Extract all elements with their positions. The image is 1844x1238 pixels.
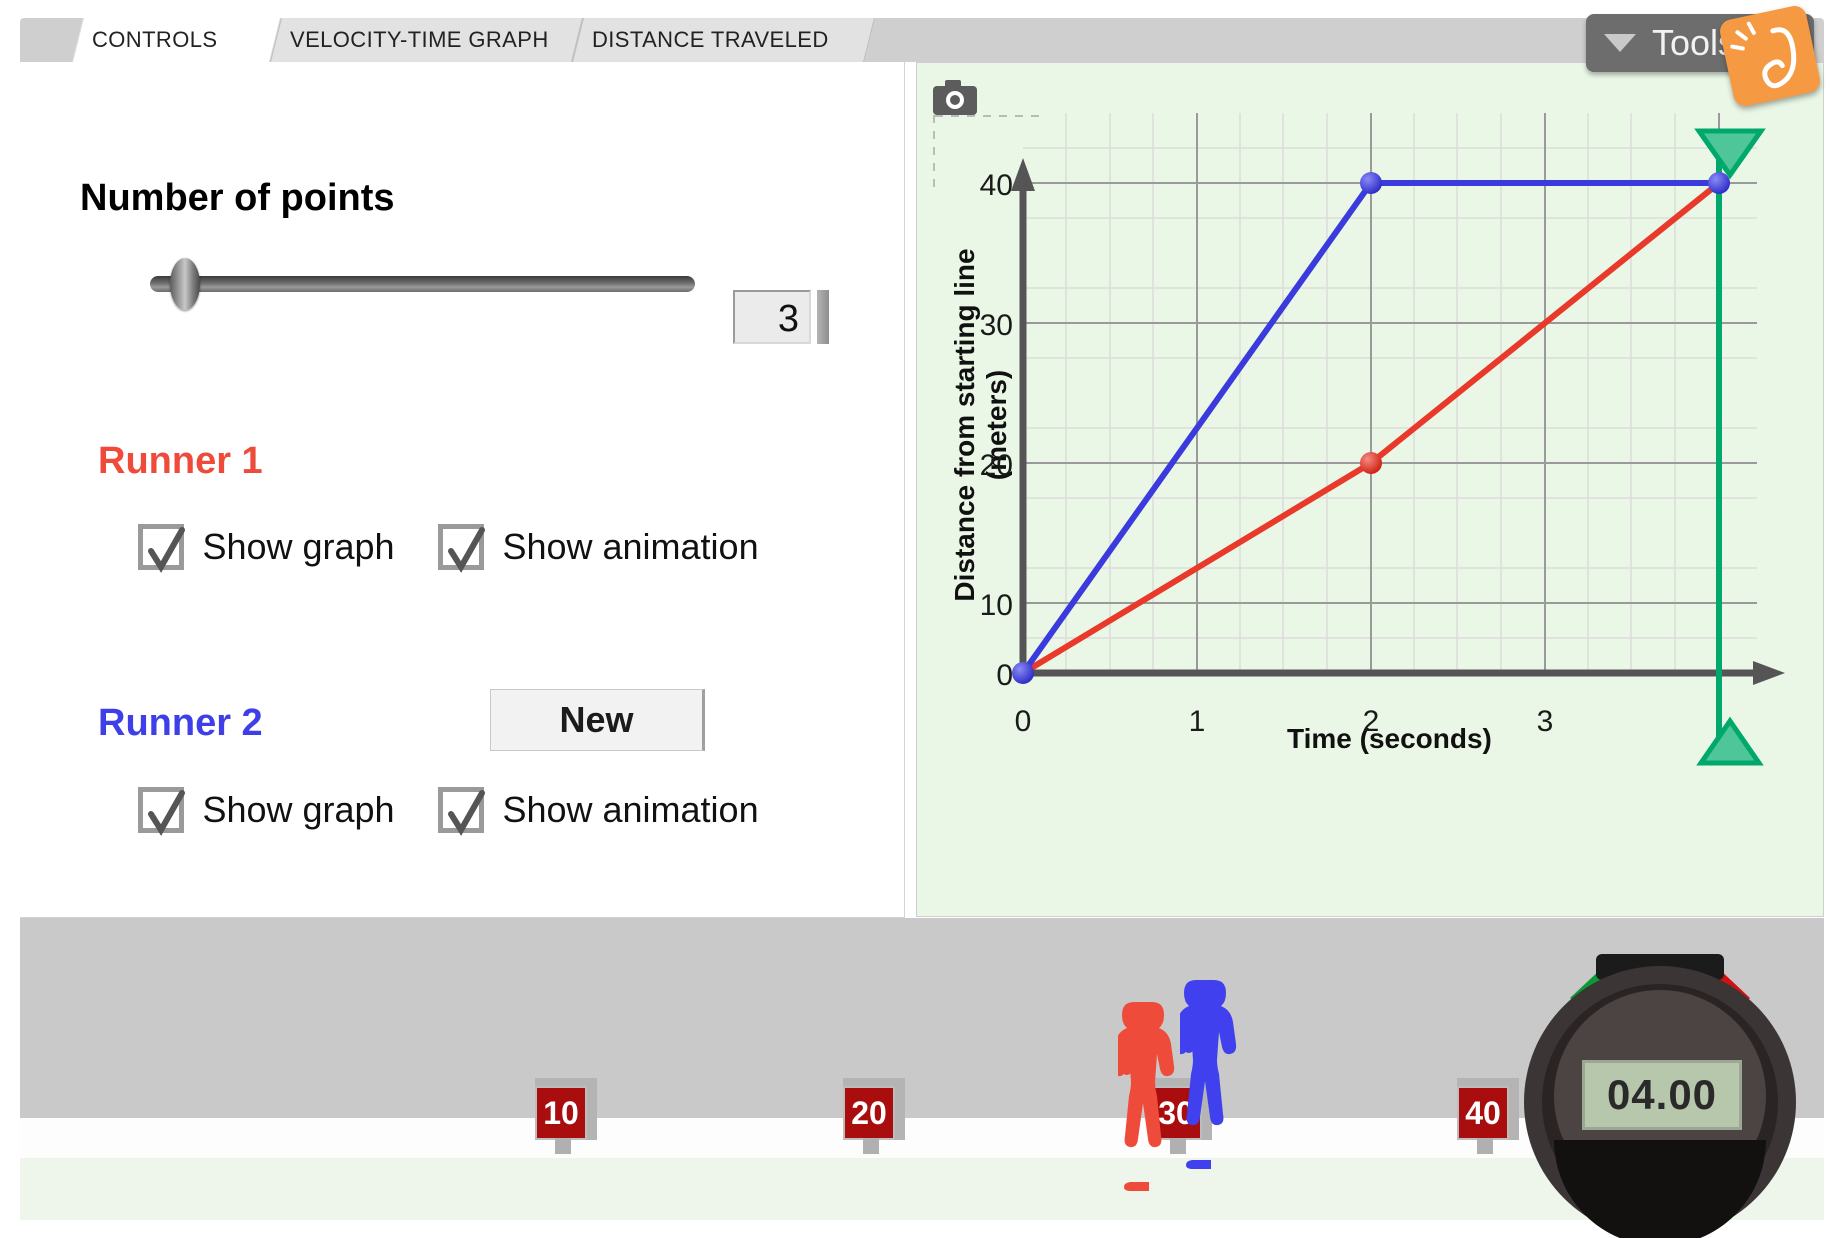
runner-blue-icon [1180, 980, 1237, 1169]
stopwatch[interactable]: 04.00 [1510, 950, 1810, 1238]
runner-1-show-graph-checkbox[interactable] [138, 524, 185, 573]
tab-distance-traveled-label: DISTANCE TRAVELED [592, 27, 829, 52]
svg-text:1: 1 [1189, 705, 1206, 738]
marker-post [555, 1138, 571, 1154]
runner-1-show-animation-row[interactable]: Show animation [438, 524, 759, 573]
major-grid [1023, 113, 1757, 673]
minor-grid [1023, 113, 1757, 673]
data-point-origin[interactable] [1012, 662, 1034, 684]
marker-post [863, 1138, 879, 1154]
marker-cube: 20 [843, 1078, 905, 1154]
tab-distance-traveled[interactable]: DISTANCE TRAVELED [572, 18, 875, 62]
x-tick-labels: 0 1 2 3 [1015, 705, 1554, 738]
data-point-runner-1[interactable] [1360, 452, 1382, 474]
runner-2-show-graph-label: Show graph [202, 789, 395, 830]
runner-1-show-graph-row[interactable]: Show graph [138, 524, 395, 573]
marker-label: 40 [1457, 1086, 1509, 1140]
tab-controls[interactable]: CONTROLS [72, 18, 281, 62]
svg-text:2: 2 [1363, 705, 1380, 738]
tab-controls-label: CONTROLS [92, 27, 218, 52]
check-icon [148, 527, 185, 573]
number-stepper[interactable] [817, 290, 829, 344]
time-cursor[interactable] [1694, 128, 1766, 766]
svg-text:40: 40 [980, 169, 1013, 202]
svg-text:0: 0 [996, 659, 1013, 692]
controls-panel: Number of points 3 Runner 1 Show graph S… [20, 62, 905, 918]
number-of-points-slider[interactable] [132, 254, 712, 314]
new-runner-button[interactable]: New [490, 689, 705, 751]
marker-label: 10 [535, 1086, 587, 1140]
runner-2-show-graph-row[interactable]: Show graph [138, 787, 395, 836]
number-of-points-label: Number of points [80, 177, 395, 219]
svg-text:30: 30 [980, 309, 1013, 342]
runner-2-show-graph-checkbox[interactable] [138, 787, 185, 836]
marker-label: 20 [843, 1086, 895, 1140]
svg-text:0: 0 [1015, 705, 1032, 738]
tab-velocity-time-graph[interactable]: VELOCITY-TIME GRAPH [270, 18, 583, 62]
distance-marker-20: 20 [843, 1078, 905, 1154]
runner-2-title: Runner 2 [98, 702, 263, 744]
runner-1-show-graph-label: Show graph [202, 526, 395, 567]
distance-time-graph-panel: Distance from starting line (meters) Tim… [916, 62, 1824, 917]
check-icon [148, 790, 185, 836]
runner-1-show-animation-label: Show animation [502, 526, 759, 567]
number-of-points-value: 3 [777, 298, 799, 340]
distance-marker-10: 10 [535, 1078, 597, 1154]
check-icon [448, 790, 485, 836]
time-cursor-bottom-handle [1696, 716, 1764, 766]
data-point-runner-2[interactable] [1360, 172, 1382, 194]
slider-track[interactable] [150, 276, 695, 292]
graph-axes [1011, 158, 1785, 685]
runner-red-icon [1118, 1002, 1175, 1191]
graph-plot-area[interactable]: 40 30 20 10 0 0 1 2 3 [917, 63, 1823, 918]
number-of-points-input[interactable]: 3 [733, 290, 811, 344]
check-icon [448, 527, 485, 573]
marker-cube: 10 [535, 1078, 597, 1154]
slider-thumb[interactable] [170, 258, 200, 310]
runner-2-show-animation-checkbox[interactable] [438, 787, 485, 836]
tab-velocity-time-graph-label: VELOCITY-TIME GRAPH [290, 27, 549, 52]
stopwatch-display: 04.00 [1582, 1060, 1742, 1130]
time-cursor-top-handle [1694, 128, 1766, 180]
simulation-app: CONTROLS VELOCITY-TIME GRAPH DISTANCE TR… [0, 0, 1844, 1238]
explorelearning-logo-icon[interactable] [1717, 3, 1823, 109]
marker-post [1477, 1138, 1493, 1154]
runner-2-show-animation-label: Show animation [502, 789, 759, 830]
data-point-end[interactable] [1708, 172, 1730, 194]
svg-text:10: 10 [980, 589, 1013, 622]
runner-1-show-animation-checkbox[interactable] [438, 524, 485, 573]
svg-text:3: 3 [1537, 705, 1554, 738]
y-tick-labels: 40 30 20 10 0 [980, 169, 1013, 692]
svg-text:20: 20 [980, 449, 1013, 482]
tab-strip: CONTROLS VELOCITY-TIME GRAPH DISTANCE TR… [20, 18, 1824, 62]
runner-1-title: Runner 1 [98, 440, 263, 482]
chevron-down-icon [1604, 34, 1636, 52]
runner-2-show-animation-row[interactable]: Show animation [438, 787, 759, 836]
